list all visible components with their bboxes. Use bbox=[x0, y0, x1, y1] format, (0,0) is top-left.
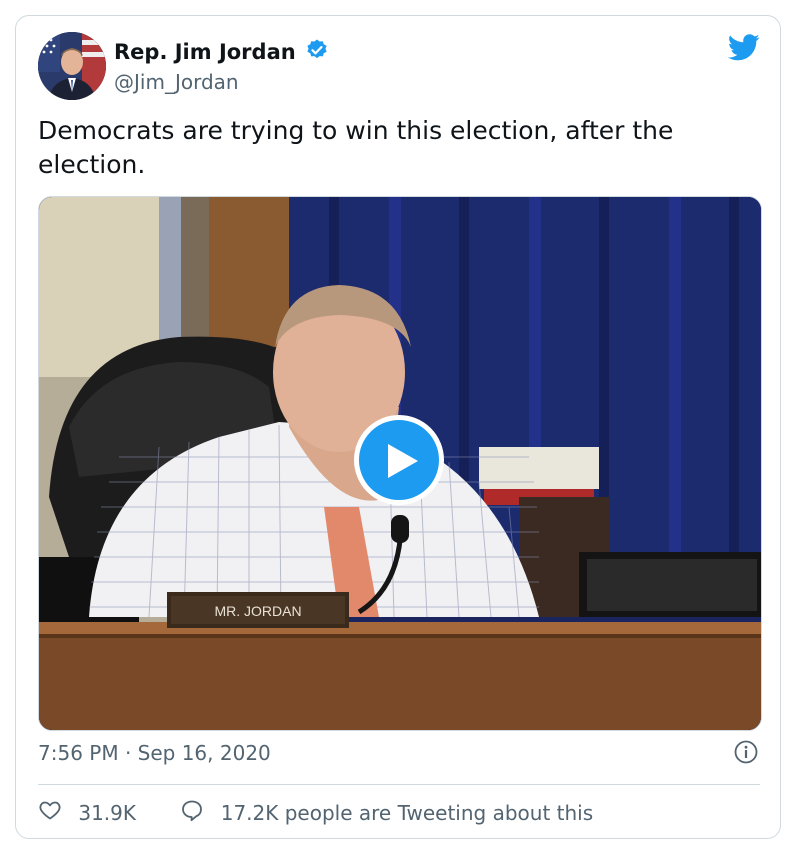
tweet-video[interactable]: MR. JORDAN bbox=[38, 196, 762, 731]
tweeting-action[interactable]: 17.2K people are Tweeting about this bbox=[180, 798, 593, 827]
heart-icon[interactable] bbox=[38, 798, 62, 827]
author-name[interactable]: Rep. Jim Jordan bbox=[114, 40, 296, 64]
avatar[interactable] bbox=[38, 32, 106, 100]
play-button[interactable] bbox=[354, 415, 444, 505]
author-block[interactable]: Rep. Jim Jordan @Jim_Jordan bbox=[114, 38, 329, 94]
play-icon bbox=[388, 444, 418, 478]
like-action[interactable]: 31.9K bbox=[38, 798, 136, 827]
twitter-bird-icon[interactable] bbox=[727, 34, 760, 65]
verified-badge-icon bbox=[305, 38, 329, 66]
tweeting-count[interactable]: 17.2K people are Tweeting about this bbox=[221, 801, 593, 825]
nameplate-text: MR. JORDAN bbox=[214, 603, 301, 619]
tweet-card[interactable]: Rep. Jim Jordan @Jim_Jordan Democrats ar… bbox=[15, 15, 781, 839]
author-handle[interactable]: @Jim_Jordan bbox=[114, 70, 329, 94]
speech-bubble-icon[interactable] bbox=[180, 798, 204, 827]
tweet-timestamp[interactable]: 7:56 PM · Sep 16, 2020 bbox=[38, 741, 271, 765]
info-icon[interactable] bbox=[734, 740, 758, 768]
action-bar: 31.9K 17.2K people are Tweeting about th… bbox=[38, 798, 593, 827]
like-count[interactable]: 31.9K bbox=[78, 801, 136, 825]
tweet-text: Democrats are trying to win this electio… bbox=[38, 116, 674, 179]
divider bbox=[38, 784, 760, 785]
